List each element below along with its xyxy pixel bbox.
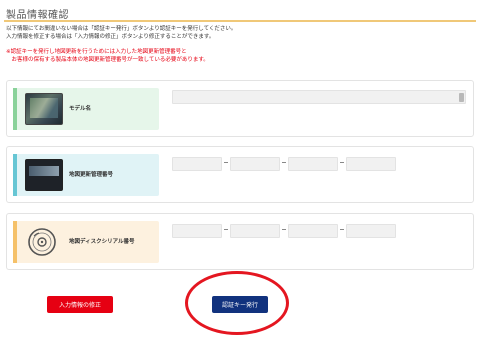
disc-serial-card: 地図ディスクシリアル番号: [6, 213, 474, 270]
dash-separator: [224, 229, 228, 230]
model-accent-bar: [13, 88, 17, 130]
disc-serial-label: 地図ディスクシリアル番号: [69, 239, 135, 245]
notice-line-1: ※認証キーを発行し地図更新を行うためには入力した地図更新管理番号と: [6, 49, 187, 55]
map-code-segment-3: [288, 157, 338, 171]
model-label-box: モデル名: [13, 88, 159, 130]
disc-icon: [25, 226, 63, 258]
map-code-thumbnail-icon: [25, 159, 63, 191]
disc-serial-segment-1: [172, 224, 222, 238]
issue-auth-key-button[interactable]: 認証キー発行: [212, 296, 268, 313]
map-code-segment-4: [346, 157, 396, 171]
model-label: モデル名: [69, 106, 92, 112]
page-title: 製品情報確認: [6, 10, 69, 21]
map-code-label-box: 地図更新管理番号: [13, 154, 159, 196]
dash-separator: [282, 229, 286, 230]
dash-separator: [340, 162, 344, 163]
info-line-1: 以下情報にてお間違いない場合は「認証キー発行」ボタンより認証キーを発行してくださ…: [6, 26, 237, 32]
notice-line-2: お客様の保有する製品本体の地図更新管理番号が一致している必要があります。: [6, 56, 209, 63]
disc-serial-accent-bar: [13, 221, 17, 263]
disc-serial-label-box: 地図ディスクシリアル番号: [13, 221, 159, 263]
disc-serial-segment-3: [288, 224, 338, 238]
map-code-card: 地図更新管理番号: [6, 146, 474, 203]
edit-input-button[interactable]: 入力情報の修正: [47, 296, 113, 313]
disc-serial-segment-2: [230, 224, 280, 238]
model-field-scrollbar[interactable]: [459, 93, 464, 102]
notice-text: ※認証キーを発行し地図更新を行うためには入力した地図更新管理番号と お客様の保有…: [6, 49, 209, 64]
title-divider: [4, 20, 476, 22]
map-code-segment-1: [172, 157, 222, 171]
dash-separator: [340, 229, 344, 230]
info-line-2: 入力情報を修正する場合は「入力情報の修正」ボタンより修正することができます。: [6, 33, 215, 40]
map-code-accent-bar: [13, 154, 17, 196]
navigation-unit-thumbnail-icon: [25, 93, 63, 125]
map-code-label: 地図更新管理番号: [69, 172, 114, 178]
model-value-field: [172, 90, 466, 104]
info-text: 以下情報にてお間違いない場合は「認証キー発行」ボタンより認証キーを発行してくださ…: [6, 26, 236, 41]
disc-serial-segment-4: [346, 224, 396, 238]
map-code-segment-2: [230, 157, 280, 171]
model-card: モデル名: [6, 80, 474, 137]
dash-separator: [282, 162, 286, 163]
dash-separator: [224, 162, 228, 163]
